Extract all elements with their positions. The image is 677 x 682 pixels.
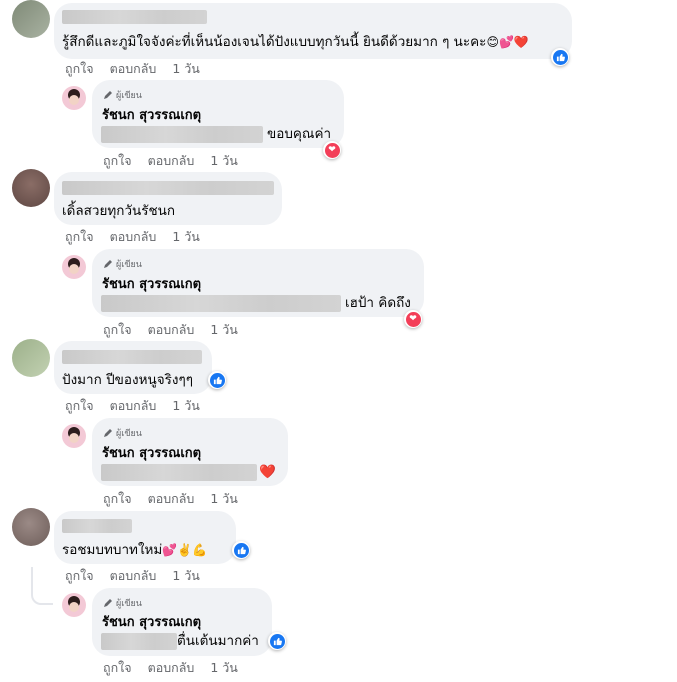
redacted-commenter-name[interactable] <box>62 10 207 24</box>
comment-text: ปังมาก ปีของหนูจริงๆๆ <box>62 372 193 388</box>
timestamp[interactable]: 1 วัน <box>172 59 200 79</box>
love-reaction-badge[interactable]: ❤ <box>404 310 422 328</box>
timestamp[interactable]: 1 วัน <box>172 396 200 416</box>
comment-actions: ถูกใจ ตอบกลับ 1 วัน <box>65 566 200 586</box>
like-icon <box>552 49 568 65</box>
reply-button[interactable]: ตอบกลับ <box>110 396 157 416</box>
like-reaction-badge[interactable] <box>551 48 569 66</box>
like-button[interactable]: ถูกใจ <box>65 227 94 247</box>
timestamp[interactable]: 1 วัน <box>210 658 238 678</box>
timestamp[interactable]: 1 วัน <box>210 151 238 171</box>
like-reaction-badge[interactable] <box>208 371 226 389</box>
like-icon <box>233 542 249 558</box>
redacted-commenter-name[interactable] <box>62 350 202 364</box>
redacted-mention[interactable] <box>101 126 263 143</box>
pencil-icon <box>104 429 112 437</box>
reply-emojis: ❤️ <box>259 464 276 480</box>
reply-button[interactable]: ตอบกลับ <box>148 489 195 509</box>
timestamp[interactable]: 1 วัน <box>172 566 200 586</box>
love-icon: ❤ <box>324 142 340 158</box>
pencil-icon <box>104 91 112 99</box>
comment-actions: ถูกใจ ตอบกลับ 1 วัน <box>65 227 200 247</box>
like-button[interactable]: ถูกใจ <box>103 658 132 678</box>
reply-button[interactable]: ตอบกลับ <box>110 59 157 79</box>
author-name[interactable]: รัชนก สุวรรณเกตุ <box>102 442 201 463</box>
love-reaction-badge[interactable]: ❤ <box>323 141 341 159</box>
pencil-icon <box>104 260 112 268</box>
timestamp[interactable]: 1 วัน <box>210 320 238 340</box>
like-icon <box>269 633 285 649</box>
commenter-avatar[interactable] <box>12 169 50 207</box>
author-badge: ผู้เขียน <box>103 426 142 440</box>
author-badge: ผู้เขียน <box>103 596 142 610</box>
commenter-avatar[interactable] <box>12 508 50 546</box>
commenter-avatar[interactable] <box>12 0 50 38</box>
author-avatar[interactable] <box>62 255 86 279</box>
comment-emojis: 💕✌️💪 <box>162 543 208 557</box>
reply-button[interactable]: ตอบกลับ <box>148 151 195 171</box>
like-button[interactable]: ถูกใจ <box>65 566 94 586</box>
love-icon: ❤ <box>405 311 421 327</box>
comment-text: รอชมบทบาทใหม่💕✌️💪 <box>62 542 208 558</box>
author-avatar[interactable] <box>62 424 86 448</box>
commenter-avatar[interactable] <box>12 339 50 377</box>
reply-text: ขอบคุณค่า <box>267 126 332 142</box>
comment-actions: ถูกใจ ตอบกลับ 1 วัน <box>65 59 200 79</box>
author-badge: ผู้เขียน <box>103 257 142 271</box>
redacted-commenter-name[interactable] <box>62 181 274 195</box>
redacted-commenter-name[interactable] <box>62 519 132 533</box>
like-icon <box>209 372 225 388</box>
reply-text: เฮป้า คิดถึง <box>345 295 411 311</box>
reply-actions: ถูกใจ ตอบกลับ 1 วัน <box>103 151 238 171</box>
reply-button[interactable]: ตอบกลับ <box>110 227 157 247</box>
reply-button[interactable]: ตอบกลับ <box>110 566 157 586</box>
like-reaction-badge[interactable] <box>268 632 286 650</box>
like-button[interactable]: ถูกใจ <box>103 151 132 171</box>
author-avatar[interactable] <box>62 593 86 617</box>
thread-line <box>31 567 53 605</box>
comment-text: รู้สึกดีและภูมิใจจังค่ะที่เห็นน้องเจนได้… <box>62 34 529 50</box>
redacted-mention[interactable] <box>101 464 257 481</box>
like-button[interactable]: ถูกใจ <box>103 489 132 509</box>
reply-button[interactable]: ตอบกลับ <box>148 320 195 340</box>
like-reaction-badge[interactable] <box>232 541 250 559</box>
redacted-mention[interactable] <box>101 633 177 650</box>
redacted-mention[interactable] <box>101 295 341 312</box>
reply-actions: ถูกใจ ตอบกลับ 1 วัน <box>103 658 238 678</box>
reply-text: ตื่นเต้นมากค่า <box>177 633 259 649</box>
author-name[interactable]: รัชนก สุวรรณเกตุ <box>102 273 201 294</box>
timestamp[interactable]: 1 วัน <box>210 489 238 509</box>
like-button[interactable]: ถูกใจ <box>103 320 132 340</box>
comment-text: เดิ้ลสวยทุกวันรัชนก <box>62 203 176 219</box>
author-name[interactable]: รัชนก สุวรรณเกตุ <box>102 611 201 632</box>
author-avatar[interactable] <box>62 86 86 110</box>
timestamp[interactable]: 1 วัน <box>172 227 200 247</box>
comment-actions: ถูกใจ ตอบกลับ 1 วัน <box>65 396 200 416</box>
pencil-icon <box>104 599 112 607</box>
reply-actions: ถูกใจ ตอบกลับ 1 วัน <box>103 320 238 340</box>
like-button[interactable]: ถูกใจ <box>65 59 94 79</box>
author-name[interactable]: รัชนก สุวรรณเกตุ <box>102 104 201 125</box>
author-badge: ผู้เขียน <box>103 88 142 102</box>
reply-button[interactable]: ตอบกลับ <box>148 658 195 678</box>
thread-line <box>32 68 54 100</box>
comment-emojis: 😊💕❤️ <box>486 35 529 49</box>
reply-actions: ถูกใจ ตอบกลับ 1 วัน <box>103 489 238 509</box>
like-button[interactable]: ถูกใจ <box>65 396 94 416</box>
